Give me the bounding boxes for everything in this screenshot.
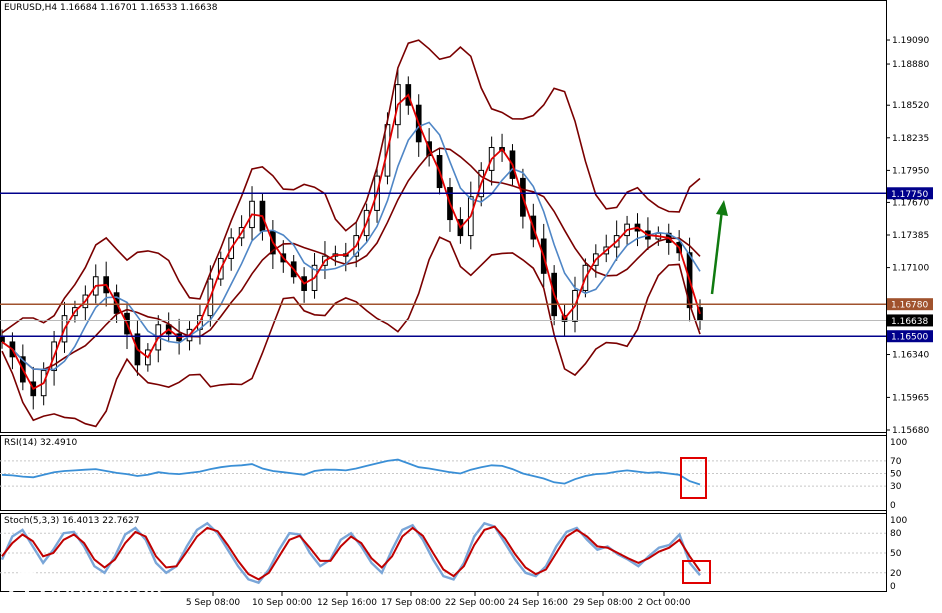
rsi-indicator-label: RSI(14) 32.4910	[4, 438, 78, 448]
price-axis-label: 1.18520	[892, 101, 929, 111]
time-axis-label: 12 Sep 16:00	[317, 598, 377, 608]
moving-average-fast	[1, 93, 701, 391]
price-axis-label: 1.17385	[892, 231, 929, 241]
candle-body	[0, 335, 5, 343]
logo-tagline-text: Instant Forex Trading	[52, 598, 147, 609]
symbol-ohlc-label: EURUSD,H4 1.16684 1.16701 1.16533 1.1663…	[4, 3, 218, 13]
price-axis-label: 1.17670	[892, 198, 929, 208]
price-level-tag-label: 1.16500	[891, 333, 928, 343]
price-axis-label: 1.18880	[892, 60, 929, 70]
price-axis-label: 1.17950	[892, 166, 929, 176]
price-level-tag-label: 1.17750	[891, 190, 928, 200]
stoch-axis-label: 0	[890, 582, 896, 592]
time-axis-label: 17 Sep 08:00	[381, 598, 441, 608]
stoch-indicator-label: Stoch(5,3,3) 16.4013 22.7627	[4, 516, 140, 526]
price-level-tag-label: 1.16638	[891, 317, 928, 327]
rsi-axis-label: 0	[890, 501, 896, 511]
price-axis-label: 1.19090	[892, 36, 929, 46]
trend-arrow-head	[716, 200, 728, 216]
price-axis-label: 1.16340	[892, 351, 929, 361]
time-axis-label: 29 Sep 08:00	[573, 598, 633, 608]
rsi-axis-label: 100	[890, 438, 907, 448]
instaforex-logo: instaforex Instant Forex Trading	[6, 568, 196, 612]
time-axis-label: 10 Sep 00:00	[252, 598, 312, 608]
price-axis-label: 1.15680	[892, 426, 929, 436]
price-axis-label: 1.17100	[892, 264, 929, 274]
stoch-axis-label: 50	[890, 549, 902, 559]
time-axis-label: 2 Oct 00:00	[638, 598, 691, 608]
price-level-tag-label: 1.16780	[891, 301, 928, 311]
stoch-axis-label: 80	[890, 529, 902, 539]
stoch-axis-label: 100	[890, 516, 907, 526]
price-pane: 1.19090 1.18880 1.18520 1.18235 1.17950 1.176…	[0, 36, 933, 436]
logo-brand-text: instaforex	[50, 570, 163, 600]
chart-canvas: 1.19090 1.18880 1.18520 1.18235 1.17950 1.176…	[0, 0, 933, 608]
rsi-line	[1, 458, 701, 486]
rsi-pane: 100 70 50 30 0	[0, 438, 907, 511]
rsi-axis-label: 70	[890, 457, 902, 467]
price-axis-label: 1.18235	[892, 134, 929, 144]
rsi-axis-label: 50	[890, 470, 902, 480]
time-axis: 5 Sep 08:00 10 Sep 00:00 12 Sep 16:00 17 Se…	[186, 592, 691, 608]
stoch-axis-label: 20	[890, 569, 902, 579]
price-axis-label: 1.15965	[892, 393, 929, 403]
instaforex-emblem-icon	[9, 571, 45, 607]
moving-average-slow	[1, 121, 701, 371]
time-axis-label: 24 Sep 16:00	[508, 598, 568, 608]
rsi-axis-label: 30	[890, 482, 902, 492]
time-axis-label: 22 Sep 00:00	[445, 598, 505, 608]
trend-arrow-shaft	[710, 209, 724, 295]
